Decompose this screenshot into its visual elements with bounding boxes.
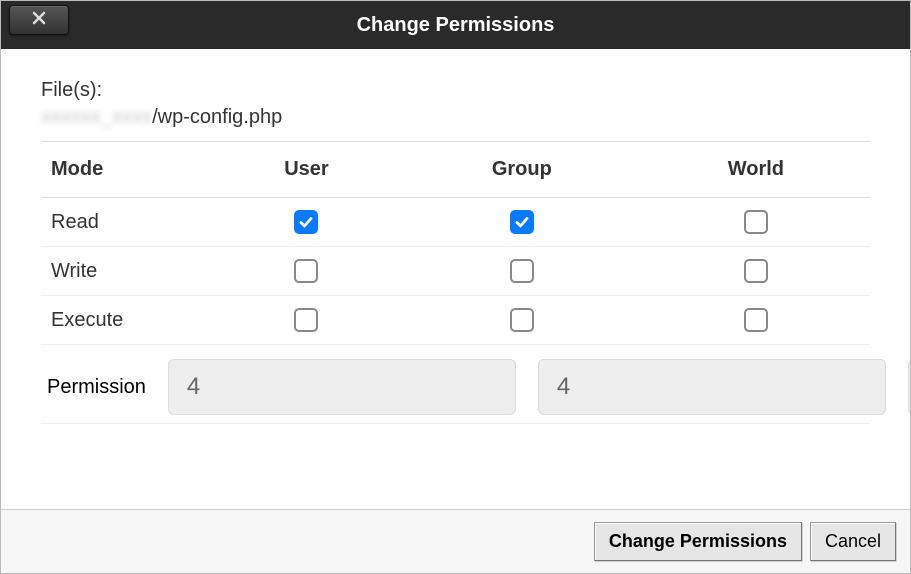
table-row: Execute (41, 296, 870, 345)
header-user: User (211, 142, 402, 198)
close-button[interactable] (9, 5, 69, 35)
row-label: Execute (41, 296, 211, 345)
close-icon (31, 10, 47, 31)
dialog-title: Change Permissions (1, 14, 910, 37)
permissions-table: Mode User Group World ReadWriteExecute (41, 142, 870, 345)
checkbox-write-user[interactable] (294, 259, 318, 283)
permissions-dialog: Change Permissions File(s): xxxxxx_xxxx/… (0, 0, 911, 574)
permission-row: Permission (41, 345, 870, 424)
table-row: Write (41, 247, 870, 296)
confirm-button[interactable]: Change Permissions (594, 522, 802, 561)
header-mode: Mode (41, 142, 211, 198)
header-world: World (642, 142, 870, 198)
checkbox-execute-group[interactable] (510, 308, 534, 332)
file-path-visible: /wp-config.php (152, 106, 282, 128)
checkbox-read-user[interactable] (294, 210, 318, 234)
checkbox-read-world[interactable] (744, 210, 768, 234)
permission-label: Permission (41, 376, 146, 399)
permission-user-input[interactable] (168, 359, 516, 415)
dialog-footer: Change Permissions Cancel (1, 509, 910, 573)
files-path: xxxxxx_xxxx/wp-config.php (41, 106, 870, 142)
row-label: Write (41, 247, 211, 296)
file-path-hidden: xxxxxx_xxxx (41, 106, 152, 129)
permission-group-input[interactable] (538, 359, 886, 415)
header-group: Group (402, 142, 642, 198)
cancel-button[interactable]: Cancel (810, 522, 896, 561)
checkbox-write-world[interactable] (744, 259, 768, 283)
permissions-tbody: ReadWriteExecute (41, 198, 870, 345)
checkbox-write-group[interactable] (510, 259, 534, 283)
checkbox-execute-user[interactable] (294, 308, 318, 332)
table-row: Read (41, 198, 870, 247)
checkbox-read-group[interactable] (510, 210, 534, 234)
checkbox-execute-world[interactable] (744, 308, 768, 332)
row-label: Read (41, 198, 211, 247)
permission-world-input[interactable] (908, 359, 910, 415)
dialog-body: File(s): xxxxxx_xxxx/wp-config.php Mode … (1, 49, 910, 509)
titlebar: Change Permissions (1, 1, 910, 49)
files-label: File(s): (41, 79, 870, 102)
